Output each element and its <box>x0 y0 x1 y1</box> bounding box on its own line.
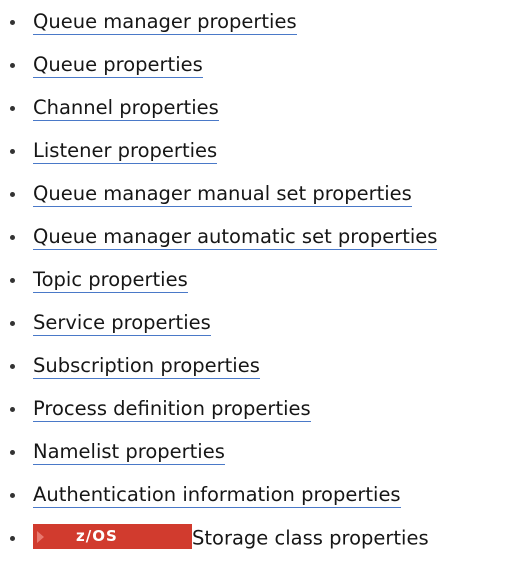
link-service-properties[interactable]: Service properties <box>33 311 211 336</box>
list-item: Queue manager manual set properties <box>0 176 526 219</box>
list-item: Topic properties <box>0 262 526 305</box>
list-item: Process definition properties <box>0 391 526 434</box>
properties-list: Queue manager properties Queue propertie… <box>0 4 526 563</box>
bullet-icon <box>10 364 15 369</box>
bullet-icon <box>10 20 15 25</box>
list-item: Listener properties <box>0 133 526 176</box>
bullet-icon <box>10 321 15 326</box>
bullet-icon <box>10 106 15 111</box>
zos-badge-label: z/OS <box>76 527 118 545</box>
link-channel-properties[interactable]: Channel properties <box>33 96 219 121</box>
link-queue-manager-automatic-set-properties[interactable]: Queue manager automatic set properties <box>33 225 438 250</box>
list-item: Subscription properties <box>0 348 526 391</box>
arrow-right-icon <box>37 531 44 543</box>
link-namelist-properties[interactable]: Namelist properties <box>33 440 225 465</box>
link-queue-manager-manual-set-properties[interactable]: Queue manager manual set properties <box>33 182 412 207</box>
bullet-icon <box>10 493 15 498</box>
bullet-icon <box>10 235 15 240</box>
bullet-icon <box>10 192 15 197</box>
list-item: Namelist properties <box>0 434 526 477</box>
bullet-icon <box>10 407 15 412</box>
link-topic-properties[interactable]: Topic properties <box>33 268 188 293</box>
bullet-icon <box>10 63 15 68</box>
link-authentication-information-properties[interactable]: Authentication information properties <box>33 483 401 508</box>
bullet-icon <box>10 149 15 154</box>
list-item: Authentication information properties <box>0 477 526 520</box>
link-queue-manager-properties[interactable]: Queue manager properties <box>33 10 297 35</box>
link-listener-properties[interactable]: Listener properties <box>33 139 218 164</box>
list-item: z/OS Storage class properties <box>0 520 526 563</box>
list-item: Service properties <box>0 305 526 348</box>
link-subscription-properties[interactable]: Subscription properties <box>33 354 260 379</box>
zos-platform-badge: z/OS <box>33 524 192 549</box>
bullet-icon <box>10 536 15 541</box>
list-item: Queue manager automatic set properties <box>0 219 526 262</box>
bullet-icon <box>10 278 15 283</box>
bullet-icon <box>10 450 15 455</box>
list-item: Channel properties <box>0 90 526 133</box>
link-process-definition-properties[interactable]: Process definition properties <box>33 397 311 422</box>
list-item: Queue manager properties <box>0 4 526 47</box>
link-queue-properties[interactable]: Queue properties <box>33 53 203 78</box>
storage-class-properties-text: Storage class properties <box>192 526 429 550</box>
list-item: Queue properties <box>0 47 526 90</box>
